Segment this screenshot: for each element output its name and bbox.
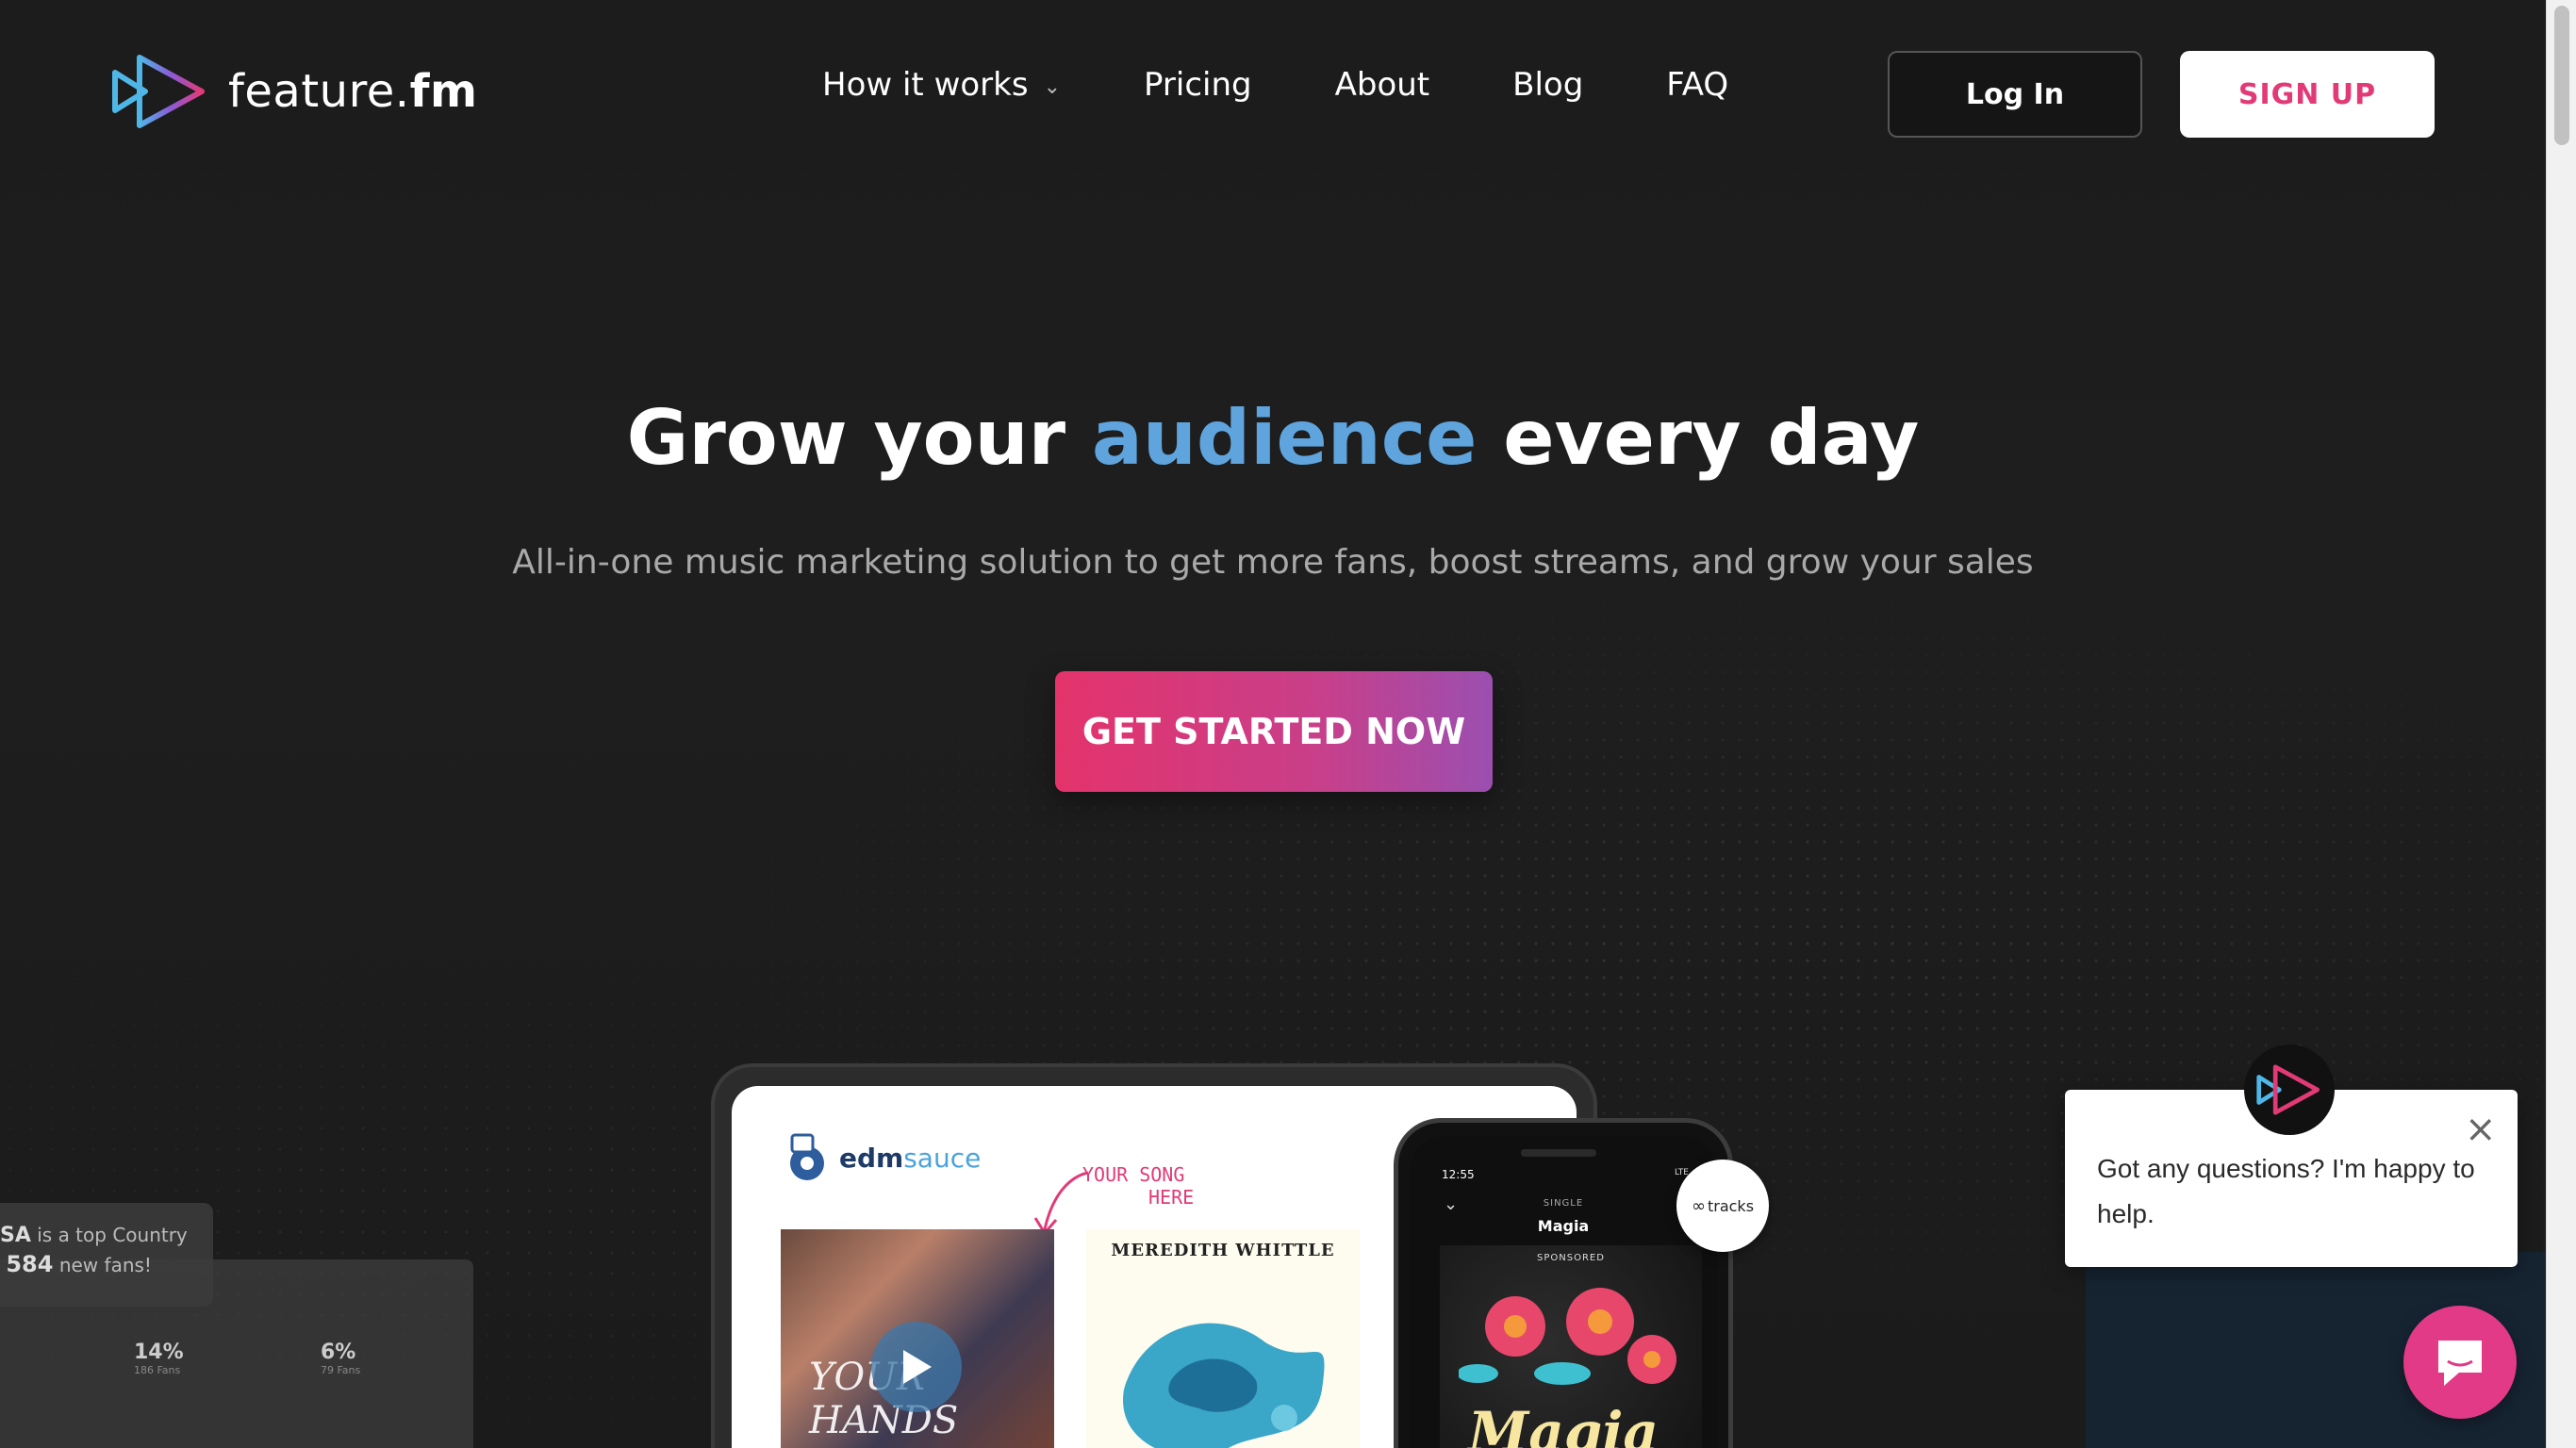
stat-item: 6% 79 Fans (321, 1341, 360, 1376)
nav-blog[interactable]: Blog (1512, 66, 1583, 104)
tracks-label: tracks (1707, 1196, 1755, 1215)
annotation-line1: YOUR SONG (1082, 1163, 1185, 1186)
stat-percent: 6% (321, 1341, 356, 1364)
signup-button[interactable]: SIGN UP (2180, 51, 2435, 138)
get-started-button[interactable]: GET STARTED NOW (1055, 671, 1493, 792)
page-background: feature.fm How it works ⌄ Pricing About … (0, 0, 2546, 1448)
edmsauce-brand-accent: sauce (903, 1142, 982, 1174)
tracks-badge: ∞ tracks (1676, 1160, 1769, 1252)
phone-mockup: 12:55 LTE ⌄ SINGLE Magia SPONSORED Magia (1394, 1118, 1733, 1448)
fans-text: new fans! (58, 1254, 152, 1276)
nav-about[interactable]: About (1335, 66, 1430, 104)
edmsauce-logo: edmsauce (781, 1131, 981, 1184)
your-song-annotation: YOUR SONG HERE (1082, 1163, 1194, 1209)
sponsored-label: SPONSORED (1537, 1253, 1605, 1263)
country-text: is a top Country (37, 1224, 188, 1246)
phone-release-type: SINGLE (1543, 1198, 1584, 1209)
arrow-icon (1033, 1171, 1089, 1236)
edmsauce-brand-main: edm (839, 1142, 904, 1174)
login-button[interactable]: Log In (1888, 51, 2142, 138)
phone-screen: 12:55 LTE ⌄ SINGLE Magia SPONSORED Magia (1410, 1136, 1717, 1448)
chat-bubble-icon (2438, 1341, 2482, 1386)
nav-faq[interactable]: FAQ (1666, 66, 1728, 104)
song-card-your-hands[interactable]: YOUR HANDS (781, 1229, 1054, 1448)
stat-percent: 14% (134, 1341, 184, 1364)
country-code: SA (0, 1224, 31, 1247)
logo[interactable]: feature.fm (111, 52, 477, 131)
play-logo-icon (2256, 1064, 2320, 1115)
stat-fans: 79 Fans (321, 1364, 361, 1376)
flowers-art (1459, 1288, 1676, 1385)
phone-time: 12:55 (1442, 1168, 1475, 1181)
nav-how-it-works-label: How it works (822, 66, 1029, 104)
hero-title: Grow your audience every day (0, 394, 2546, 482)
song-card-title: MEREDITH WHITTLE (1111, 1241, 1335, 1260)
chat-launcher-button[interactable] (2403, 1306, 2517, 1419)
phone-release-title: Magia (1537, 1217, 1590, 1235)
hero-title-pre: Grow your (626, 394, 1066, 482)
hero-subtitle: All-in-one music marketing solution to g… (512, 543, 2034, 582)
stat-fans: 186 Fans (134, 1364, 181, 1376)
phone-album-art: SPONSORED Magia (1440, 1245, 1702, 1448)
main-nav: How it works ⌄ Pricing About Blog FAQ (822, 66, 1728, 104)
annotation-line2: HERE (1148, 1186, 1195, 1209)
nav-pricing[interactable]: Pricing (1144, 66, 1252, 104)
close-icon[interactable]: × (2465, 1111, 2497, 1148)
fans-count: 584 (6, 1251, 54, 1277)
song-card-meredith[interactable]: MEREDITH WHITTLE (1086, 1229, 1360, 1448)
link-icon: ∞ (1691, 1195, 1706, 1216)
stat-item: 14% 186 Fans (134, 1341, 184, 1376)
chat-avatar (2244, 1045, 2335, 1135)
nav-how-it-works[interactable]: How it works ⌄ (822, 66, 1061, 104)
play-icon (903, 1350, 932, 1384)
scrollbar[interactable] (2546, 0, 2576, 1448)
ink-splash-art (1123, 1323, 1325, 1448)
phone-notch (1521, 1149, 1596, 1157)
chat-message: Got any questions? I'm happy to help. (2097, 1154, 2475, 1228)
hero-title-accent: audience (1091, 394, 1478, 482)
hero-title-post: every day (1503, 394, 1920, 482)
edmsauce-icon (790, 1133, 824, 1180)
album-art-title: Magia (1468, 1400, 1659, 1448)
scrollbar-thumb[interactable] (2554, 6, 2569, 145)
chevron-down-icon: ⌄ (1043, 74, 1061, 99)
play-button[interactable] (871, 1322, 962, 1412)
top-country-card: SA is a top Country 584 new fans! (0, 1203, 213, 1307)
logo-text: feature.fm (228, 65, 478, 118)
play-logo-icon (112, 55, 205, 128)
